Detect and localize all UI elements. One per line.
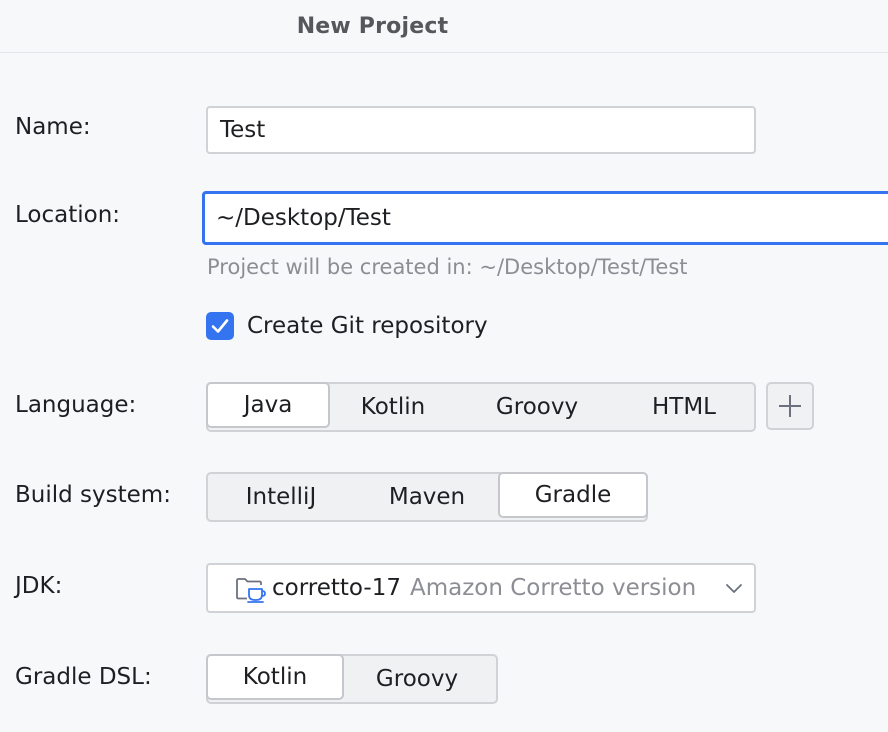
gradle-dsl-selector[interactable]: Kotlin Groovy bbox=[206, 654, 498, 704]
location-input[interactable]: ~/Desktop/Test bbox=[202, 191, 888, 245]
add-language-button[interactable] bbox=[766, 382, 814, 430]
name-input-value: Test bbox=[220, 117, 266, 143]
build-option-maven[interactable]: Maven bbox=[354, 474, 500, 520]
language-label: Language: bbox=[15, 392, 137, 418]
dsl-option-kotlin[interactable]: Kotlin bbox=[206, 654, 344, 700]
name-label: Name: bbox=[15, 114, 91, 140]
git-checkbox-label: Create Git repository bbox=[247, 313, 488, 339]
location-hint: Project will be created in: ~/Desktop/Te… bbox=[207, 255, 688, 279]
build-option-intellij[interactable]: IntelliJ bbox=[208, 474, 354, 520]
jdk-dropdown[interactable]: corretto-17 Amazon Corretto version bbox=[206, 563, 756, 613]
title-divider bbox=[0, 52, 888, 53]
plus-icon bbox=[779, 395, 801, 417]
gradle-dsl-label: Gradle DSL: bbox=[15, 664, 152, 690]
language-option-html[interactable]: HTML bbox=[616, 384, 752, 430]
checkmark-icon bbox=[211, 319, 229, 333]
language-option-groovy[interactable]: Groovy bbox=[458, 384, 616, 430]
git-checkbox-row[interactable]: Create Git repository bbox=[206, 312, 488, 340]
build-system-selector[interactable]: IntelliJ Maven Gradle bbox=[206, 472, 648, 522]
dialog-title: New Project bbox=[296, 13, 449, 39]
build-system-label: Build system: bbox=[15, 482, 171, 508]
dsl-option-groovy[interactable]: Groovy bbox=[342, 656, 492, 702]
location-label: Location: bbox=[15, 202, 121, 228]
language-option-java[interactable]: Java bbox=[206, 382, 330, 428]
jdk-folder-icon bbox=[236, 578, 266, 603]
jdk-name: corretto-17 bbox=[272, 575, 401, 601]
name-input[interactable]: Test bbox=[206, 106, 756, 154]
language-selector[interactable]: Java Kotlin Groovy HTML bbox=[206, 382, 756, 432]
chevron-down-icon bbox=[714, 565, 754, 611]
git-checkbox[interactable] bbox=[206, 312, 234, 340]
language-option-kotlin[interactable]: Kotlin bbox=[328, 384, 458, 430]
jdk-label: JDK: bbox=[15, 573, 63, 599]
build-option-gradle[interactable]: Gradle bbox=[498, 472, 648, 518]
location-input-value: ~/Desktop/Test bbox=[216, 205, 391, 231]
jdk-description: Amazon Corretto version bbox=[409, 575, 697, 601]
